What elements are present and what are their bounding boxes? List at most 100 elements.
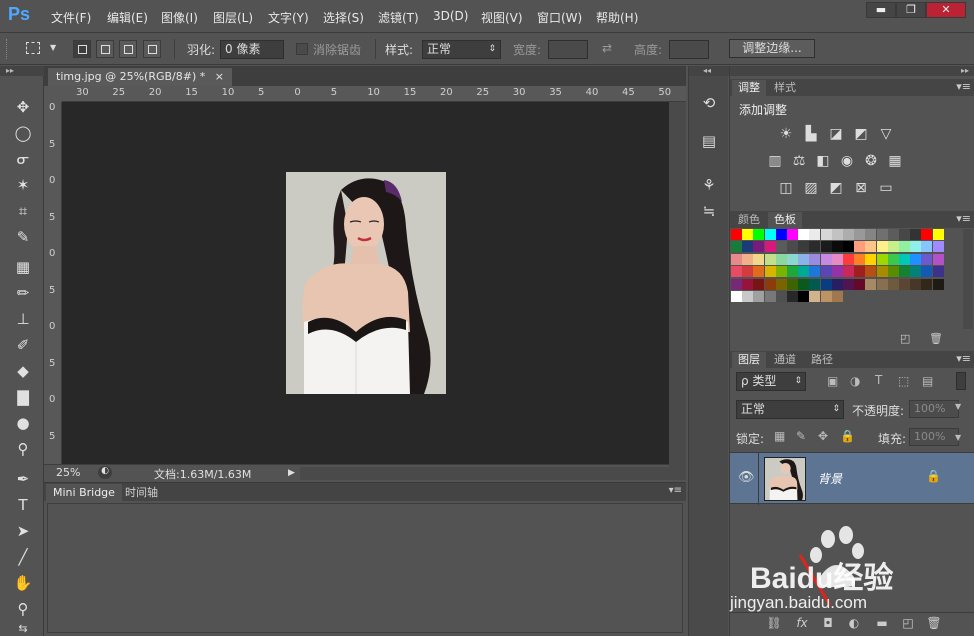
color-swatch[interactable] (764, 253, 776, 265)
posterize-icon[interactable]: ▨ (802, 180, 820, 196)
eyedropper-icon[interactable]: ✎ (12, 226, 34, 248)
color-swatch[interactable] (876, 241, 888, 253)
layer-filter-select[interactable]: ρ 类型 ⇕ (736, 372, 806, 391)
color-swatch[interactable] (921, 278, 933, 290)
color-swatch[interactable] (809, 253, 821, 265)
filter-toggle[interactable] (956, 372, 966, 390)
color-swatch[interactable] (787, 278, 798, 290)
color-swatch[interactable] (798, 253, 810, 265)
color-swatch[interactable] (854, 253, 866, 265)
filter-adjustment-icon[interactable]: ◑ (850, 374, 860, 388)
color-swatch[interactable] (764, 229, 776, 240)
horizontal-scrollbar[interactable] (300, 467, 669, 480)
color-swatch[interactable] (820, 241, 832, 253)
color-swatch[interactable] (753, 229, 765, 240)
color-swatch[interactable] (910, 266, 922, 278)
menu-type[interactable]: 文字(Y) (268, 9, 309, 26)
color-swatch[interactable] (865, 253, 877, 265)
swap-icon[interactable]: ⇄ (602, 41, 612, 55)
color-swatch[interactable] (932, 229, 944, 240)
menu-layer[interactable]: 图层(L) (213, 9, 253, 26)
filter-pixel-icon[interactable]: ▣ (827, 374, 838, 388)
tab-channels[interactable]: 通道 (768, 352, 802, 368)
color-swatch[interactable] (753, 253, 765, 265)
color-swatch[interactable] (887, 253, 899, 265)
filter-type-icon[interactable]: T (875, 373, 882, 387)
color-swatch[interactable] (764, 266, 776, 278)
zoom-tool-icon[interactable]: ⚲ (12, 598, 34, 620)
properties-panel-icon[interactable]: ▤ (697, 130, 721, 152)
filter-shape-icon[interactable]: ⬚ (898, 374, 909, 388)
color-swatch[interactable] (820, 253, 832, 265)
color-swatch[interactable] (831, 278, 843, 290)
color-swatch[interactable] (887, 229, 899, 240)
color-swatch[interactable] (753, 266, 765, 278)
color-lookup-icon[interactable]: ▦ (886, 153, 904, 169)
color-swatch[interactable] (843, 253, 854, 265)
lock-position-icon[interactable]: ✥ (818, 429, 828, 443)
delete-swatch-icon[interactable]: 🗑 (929, 332, 943, 345)
color-swatch[interactable] (809, 266, 821, 278)
menu-filter[interactable]: 滤镜(T) (378, 9, 419, 26)
color-swatch[interactable] (910, 253, 922, 265)
restore-button[interactable]: ❐ (896, 2, 926, 18)
delete-layer-icon[interactable]: 🗑 (926, 616, 942, 632)
color-swatch[interactable] (899, 266, 910, 278)
marquee-tool-icon[interactable]: ◯ (12, 122, 34, 144)
color-swatch[interactable] (742, 253, 754, 265)
path-selection-icon[interactable]: ➤ (12, 520, 34, 542)
tab-color[interactable]: 颜色 (732, 212, 766, 228)
photo-filter-icon[interactable]: ◉ (838, 153, 856, 169)
color-swatch[interactable] (731, 266, 742, 278)
color-swatch[interactable] (775, 229, 787, 240)
color-swatch[interactable] (843, 229, 854, 240)
color-swatch[interactable] (809, 291, 821, 302)
color-swatch[interactable] (899, 229, 910, 240)
intersect-selection-button[interactable] (143, 40, 161, 58)
refine-edge-button[interactable]: 调整边缘... (729, 39, 815, 58)
color-swatch[interactable] (798, 291, 810, 302)
panel-menu-icon[interactable]: ▾≡ (956, 352, 971, 365)
color-swatch[interactable] (775, 291, 787, 302)
document-tab[interactable]: timg.jpg @ 25%(RGB/8#) * × (48, 68, 232, 86)
color-swatch[interactable] (843, 278, 854, 290)
color-swatch[interactable] (775, 241, 787, 253)
color-swatch[interactable] (854, 241, 866, 253)
black-white-icon[interactable]: ◧ (814, 153, 832, 169)
channel-mixer-icon[interactable]: ❂ (862, 153, 880, 169)
color-swatch[interactable] (831, 241, 843, 253)
color-swatch[interactable] (876, 266, 888, 278)
color-swatch[interactable] (731, 291, 742, 302)
color-swatch[interactable] (798, 241, 810, 253)
history-panel-icon[interactable]: ⟲ (697, 92, 721, 114)
swap-colors-icon[interactable]: ⇆ (12, 618, 34, 636)
clone-stamp-icon[interactable]: ⊥ (12, 308, 34, 330)
color-swatch[interactable] (731, 229, 742, 240)
link-layers-icon[interactable]: ⛓ (766, 616, 782, 632)
lock-pixels-icon[interactable]: ✎ (796, 429, 806, 443)
tab-styles[interactable]: 样式 (768, 80, 802, 96)
color-swatch[interactable] (854, 278, 866, 290)
color-swatch[interactable] (876, 229, 888, 240)
tab-adjustments[interactable]: 调整 (732, 80, 766, 96)
menu-window[interactable]: 窗口(W) (537, 9, 582, 26)
preset-dropdown-icon[interactable]: ▼ (50, 43, 56, 52)
ruler-vertical[interactable]: 0 5 0 5 0 5 0 5 0 5 (44, 102, 62, 464)
subtract-selection-button[interactable] (119, 40, 137, 58)
color-swatch[interactable] (731, 253, 742, 265)
color-swatch[interactable] (742, 291, 754, 302)
tab-layers[interactable]: 图层 (732, 352, 766, 368)
close-tab-icon[interactable]: × (215, 70, 224, 83)
status-menu-arrow-icon[interactable]: ▶ (288, 468, 295, 478)
layer-row-background[interactable]: 👁 背景 🔒 (730, 452, 974, 505)
gradient-map-icon[interactable]: ▭ (877, 180, 895, 196)
color-swatch[interactable] (876, 278, 888, 290)
color-swatch[interactable] (764, 291, 776, 302)
color-swatch[interactable] (843, 266, 854, 278)
ruler-horizontal[interactable]: 30 25 20 15 10 5 0 5 10 15 20 25 30 35 40 45 50 (62, 86, 686, 102)
color-swatch[interactable] (820, 229, 832, 240)
layer-name[interactable]: 背景 (818, 470, 842, 487)
color-swatch[interactable] (843, 241, 854, 253)
color-swatch[interactable] (831, 229, 843, 240)
color-swatch[interactable] (921, 229, 933, 240)
